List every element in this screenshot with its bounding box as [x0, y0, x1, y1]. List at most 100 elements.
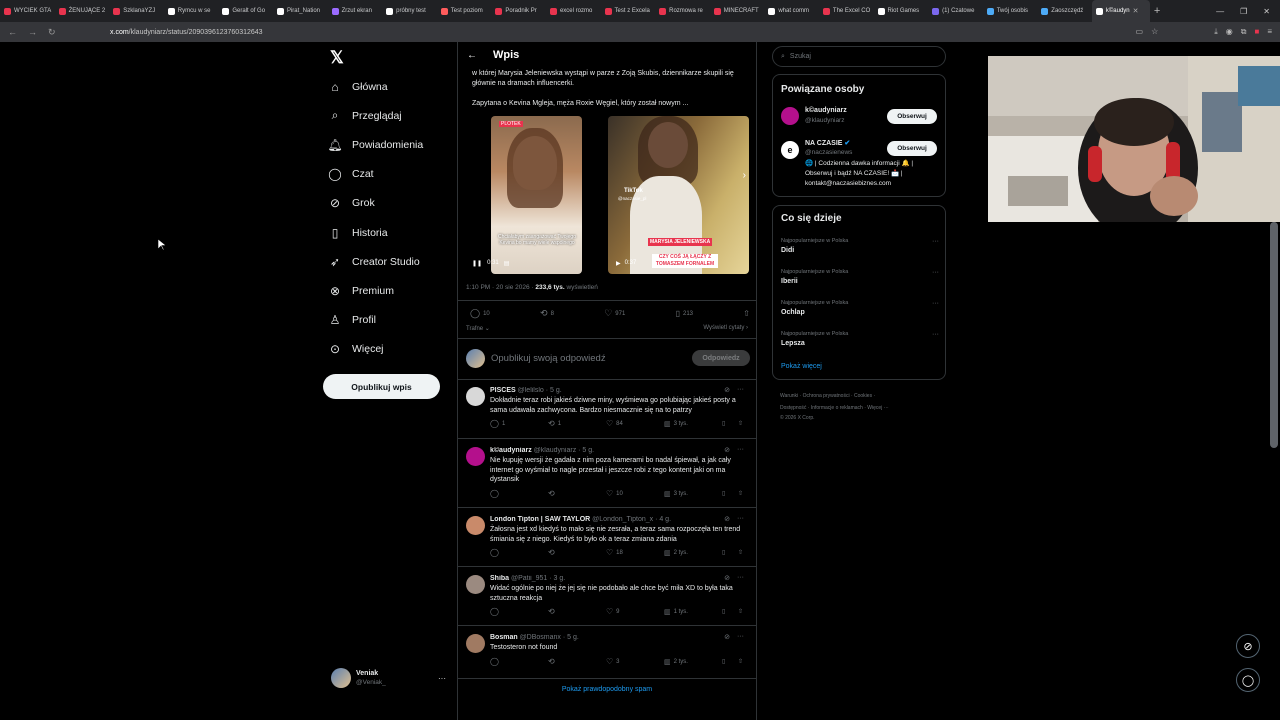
browser-tab[interactable]: excel rozmo: [546, 0, 601, 22]
more-options-icon[interactable]: ···: [932, 300, 939, 307]
browser-tab[interactable]: k©audyn ✕: [1091, 0, 1150, 22]
browser-tab[interactable]: The Excel CO: [819, 0, 874, 22]
back-nav-icon[interactable]: ←: [8, 27, 20, 37]
nav-item-profile[interactable]: ♙ Profil: [328, 306, 448, 335]
trend-item[interactable]: Najpopularniejsze w Polska Ochlap ···: [781, 300, 939, 316]
like-action[interactable]: ♡ 9: [606, 607, 664, 616]
avatar[interactable]: [466, 387, 485, 406]
more-options-icon[interactable]: ···: [737, 633, 744, 641]
x-logo-icon[interactable]: 𝕏: [330, 48, 448, 72]
avatar[interactable]: [466, 634, 485, 653]
follow-button[interactable]: Obserwuj: [887, 141, 937, 156]
grok-icon[interactable]: ⊘: [724, 574, 730, 582]
sort-dropdown[interactable]: Trafne ⌄: [466, 325, 490, 332]
minimize-icon[interactable]: —: [1216, 7, 1224, 16]
bookmark-icon[interactable]: ▯: [722, 608, 738, 615]
reply-author[interactable]: PISCES: [490, 387, 516, 394]
repost-action[interactable]: ⟲ 1: [548, 419, 606, 428]
trend-item[interactable]: Najpopularniejsze w Polska Lepsza ···: [781, 331, 939, 347]
install-app-icon[interactable]: ▭: [1136, 27, 1144, 37]
browser-menu-icon[interactable]: ≡: [1267, 27, 1272, 37]
share-icon[interactable]: ⇧: [738, 608, 743, 615]
nav-item-more[interactable]: ⊙ Więcej: [328, 335, 448, 364]
browser-tab[interactable]: Zrzut ekran: [328, 0, 383, 22]
reply-author[interactable]: k©audyniarz: [490, 447, 532, 454]
share-icon[interactable]: ⇧: [738, 420, 743, 427]
trend-item[interactable]: Najpopularniejsze w Polska Didi ···: [781, 238, 939, 254]
browser-tab[interactable]: WYCIEK GTA: [0, 0, 55, 22]
pause-icon[interactable]: ❚❚: [472, 260, 482, 267]
reply-item[interactable]: Bosman @DBosmanx · 5 g. ⊘ ··· Testosteron n…: [466, 633, 750, 674]
grok-icon[interactable]: ⊘: [724, 446, 730, 454]
search-input[interactable]: ⌕ Szukaj: [772, 46, 946, 67]
back-arrow-icon[interactable]: ←: [467, 50, 487, 61]
share-icon[interactable]: ⇧: [738, 658, 743, 665]
view-quotes-link[interactable]: Wyświetl cytaty ›: [703, 325, 748, 332]
browser-tab[interactable]: Test z Excela: [601, 0, 656, 22]
browser-tab[interactable]: ŻENUJĄCE 2: [55, 0, 110, 22]
nav-item-explore[interactable]: ⌕ Przeglądaj: [328, 101, 448, 130]
browser-tab[interactable]: Twój osobis: [983, 0, 1038, 22]
trend-item[interactable]: Najpopularniejsze w Polska Iberii ···: [781, 269, 939, 285]
reply-action[interactable]: ◯ 1: [490, 419, 548, 428]
footer-line[interactable]: Warunki · Ochrona prywatności · Cookies …: [780, 390, 946, 402]
play-icon[interactable]: ▶: [616, 260, 621, 267]
extensions-icon[interactable]: ⧉: [1241, 27, 1247, 37]
maximize-icon[interactable]: ❐: [1240, 7, 1247, 16]
reply-action[interactable]: ◯: [490, 607, 548, 616]
views-stat[interactable]: ▥ 2 tys.: [664, 549, 722, 557]
show-more-link[interactable]: Pokaż więcej: [781, 363, 822, 370]
forward-nav-icon[interactable]: →: [28, 27, 40, 37]
profile-icon[interactable]: ◉: [1226, 27, 1233, 37]
reply-submit-button[interactable]: Odpowiedz: [692, 350, 750, 366]
reply-item[interactable]: PISCES @lelilslo · 5 g. ⊘ ··· Dokładnie ter…: [466, 386, 750, 436]
account-switcher[interactable]: Veniak @Veniak_ ···: [331, 666, 446, 690]
bookmark-icon[interactable]: ▯: [722, 658, 738, 665]
reply-item[interactable]: Shiba @Patii_951 · 3 g. ⊘ ··· Widać ogólnie…: [466, 574, 750, 624]
browser-tab[interactable]: (1) Czatowe: [928, 0, 983, 22]
reply-action[interactable]: ◯ 10: [470, 308, 490, 319]
browser-tab[interactable]: próbny test: [382, 0, 437, 22]
video-thumbnail-2[interactable]: TikTok @naczasie_pl MARYSIA JELENIEWSKA …: [608, 116, 749, 274]
footer-line[interactable]: Dostępność · Informacje o reklamach · Wi…: [780, 402, 946, 414]
browser-tab[interactable]: Pirat_Nation: [273, 0, 328, 22]
browser-tab[interactable]: Rymcu w se: [164, 0, 219, 22]
grok-icon[interactable]: ⊘: [724, 515, 730, 523]
avatar[interactable]: [466, 575, 485, 594]
browser-tab[interactable]: Poradnik Pr: [491, 0, 546, 22]
reply-input[interactable]: Opublikuj swoją odpowiedź: [491, 353, 692, 364]
views-stat[interactable]: ▥ 1 tys.: [664, 608, 722, 616]
captions-icon[interactable]: ▤: [504, 260, 510, 267]
follow-button[interactable]: Obserwuj: [887, 109, 937, 124]
grok-icon[interactable]: ⊘: [724, 386, 730, 394]
video-thumbnail-1[interactable]: PLOTEK Chciałabym zaangażować Twojego Ke…: [491, 116, 582, 274]
close-tab-icon[interactable]: ✕: [1133, 7, 1139, 15]
reply-action[interactable]: ◯: [490, 548, 548, 557]
more-options-icon[interactable]: ···: [932, 331, 939, 338]
more-options-icon[interactable]: ···: [737, 515, 744, 523]
browser-tab[interactable]: Zaoszczędź: [1037, 0, 1092, 22]
share-icon[interactable]: ⇧: [743, 309, 750, 318]
repost-action[interactable]: ⟲: [548, 489, 606, 498]
repost-action[interactable]: ⟲: [548, 657, 606, 666]
nav-item-home[interactable]: ⌂ Główna: [328, 72, 448, 101]
browser-tab[interactable]: MINECRAFT: [710, 0, 765, 22]
reply-item[interactable]: London Tipton | SAW TAYLOR @London_Tipto…: [466, 515, 750, 565]
grok-fab[interactable]: ⊘: [1236, 634, 1260, 658]
bookmark-icon[interactable]: ▯: [722, 549, 738, 556]
browser-tab[interactable]: SzklanaYZJ: [109, 0, 164, 22]
share-icon[interactable]: ⇧: [738, 490, 743, 497]
url-field[interactable]: x.com/klaudyniarz/status/209039612376031…: [110, 29, 263, 36]
like-action[interactable]: ♡ 84: [606, 419, 664, 428]
avatar[interactable]: [466, 516, 485, 535]
bookmark-action[interactable]: ▯ 213: [676, 309, 693, 318]
show-spam-link[interactable]: Pokaż prawdopodobny spam: [458, 686, 756, 693]
reply-author[interactable]: London Tipton | SAW TAYLOR: [490, 516, 590, 523]
bookmark-star-icon[interactable]: ☆: [1151, 27, 1158, 37]
messages-fab[interactable]: ◯: [1236, 668, 1260, 692]
more-options-icon[interactable]: ···: [737, 574, 744, 582]
views-stat[interactable]: ▥ 3 tys.: [664, 490, 722, 498]
bookmark-icon[interactable]: ▯: [722, 490, 738, 497]
bookmark-icon[interactable]: ▯: [722, 420, 738, 427]
reply-composer[interactable]: Opublikuj swoją odpowiedź Odpowiedz: [466, 347, 750, 369]
